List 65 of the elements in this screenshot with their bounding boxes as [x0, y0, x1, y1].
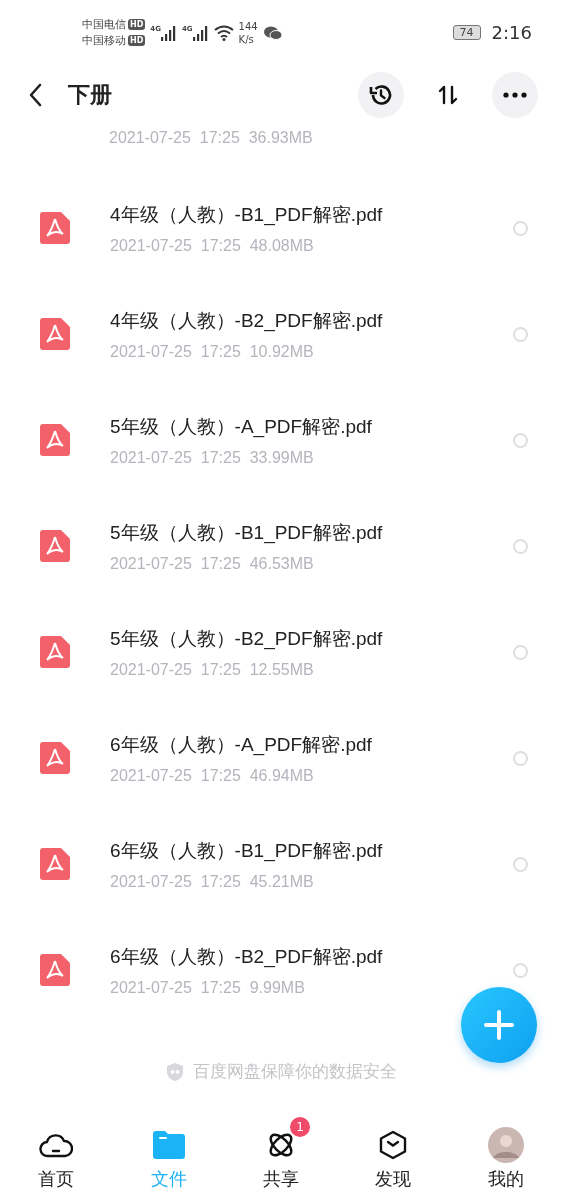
hexagon-icon	[379, 1130, 408, 1160]
pdf-file-icon	[40, 530, 70, 562]
history-button[interactable]	[358, 72, 404, 118]
file-name[interactable]: 6年级（人教）-B1_PDF解密.pdf	[110, 837, 513, 864]
select-radio[interactable]	[513, 538, 528, 554]
wifi-icon	[213, 24, 234, 41]
battery-indicator: 74	[452, 25, 481, 40]
pdf-file-icon	[40, 424, 70, 456]
nav-tab[interactable]: 我的	[449, 1118, 562, 1200]
file-name[interactable]: 6年级（人教）-A_PDF解密.pdf	[110, 731, 513, 758]
chat-bubbles-icon	[262, 24, 283, 41]
file-name[interactable]: 4年级（人教）-B1_PDF解密.pdf	[110, 201, 513, 228]
hd-label: HD	[128, 35, 146, 46]
pdf-file-icon	[40, 954, 70, 986]
file-name[interactable]: 5年级（人教）-B2_PDF解密.pdf	[110, 625, 513, 652]
sort-icon	[437, 84, 459, 106]
network-speed: K/s	[238, 32, 255, 46]
file-meta: 2021-07-25 17:25 9.99MB	[110, 978, 306, 997]
file-meta: 2021-07-25 17:25 48.08MB	[110, 236, 315, 255]
pdf-file-icon	[40, 212, 70, 244]
signal-icon	[160, 24, 177, 41]
shield-icon	[165, 1061, 185, 1082]
network-speed: 144	[238, 19, 258, 33]
file-meta: 2021-07-25 17:25 33.99MB	[110, 448, 315, 467]
file-meta: 2021-07-25 17:25 46.53MB	[110, 554, 315, 573]
security-note: 百度网盘保障你的数据安全	[193, 1060, 397, 1083]
nav-tab[interactable]: 1 共享	[224, 1118, 338, 1200]
avatar-icon	[487, 1127, 524, 1163]
hd-label: HD	[128, 19, 146, 30]
file-meta: 2021-07-25 17:25 12.55MB	[110, 660, 315, 679]
nav-tab[interactable]: 首页	[0, 1118, 113, 1200]
history-icon	[368, 82, 394, 108]
select-radio[interactable]	[513, 644, 528, 660]
page-title: 下册	[68, 81, 112, 109]
select-radio[interactable]	[513, 856, 528, 872]
file-name[interactable]: 5年级（人教）-A_PDF解密.pdf	[110, 413, 513, 440]
nav-tab[interactable]: 发现	[337, 1118, 450, 1200]
more-icon	[503, 92, 527, 98]
file-name[interactable]: 6年级（人教）-B2_PDF解密.pdf	[110, 943, 513, 970]
add-button[interactable]	[461, 987, 537, 1063]
notification-badge: 1	[290, 1117, 310, 1137]
pdf-file-icon	[40, 636, 70, 668]
cloud-icon	[39, 1131, 74, 1159]
select-radio[interactable]	[513, 432, 528, 448]
carrier-name: 中国移动	[82, 32, 126, 49]
more-button[interactable]	[492, 72, 538, 118]
signal-icon	[192, 24, 209, 41]
file-meta: 2021-07-25 17:25 46.94MB	[110, 766, 315, 785]
pdf-file-icon	[40, 742, 70, 774]
folder-icon	[152, 1131, 185, 1159]
select-radio[interactable]	[513, 962, 528, 978]
carrier-name: 中国电信	[82, 16, 126, 33]
back-icon[interactable]	[28, 83, 42, 107]
plus-icon	[483, 1009, 515, 1041]
select-radio[interactable]	[513, 326, 528, 342]
select-radio[interactable]	[513, 750, 528, 766]
file-name[interactable]: 4年级（人教）-B2_PDF解密.pdf	[110, 307, 513, 334]
file-meta: 2021-07-25 17:25 45.21MB	[110, 872, 315, 891]
pdf-file-icon	[40, 318, 70, 350]
pdf-file-icon	[40, 848, 70, 880]
file-meta: 2021-07-25 17:25 10.92MB	[110, 342, 315, 361]
clock-time: 2:16	[491, 22, 532, 43]
file-name[interactable]: 5年级（人教）-B1_PDF解密.pdf	[110, 519, 513, 546]
select-radio[interactable]	[513, 220, 528, 236]
file-meta: 2021-07-25 17:25 36.93MB	[109, 129, 313, 146]
